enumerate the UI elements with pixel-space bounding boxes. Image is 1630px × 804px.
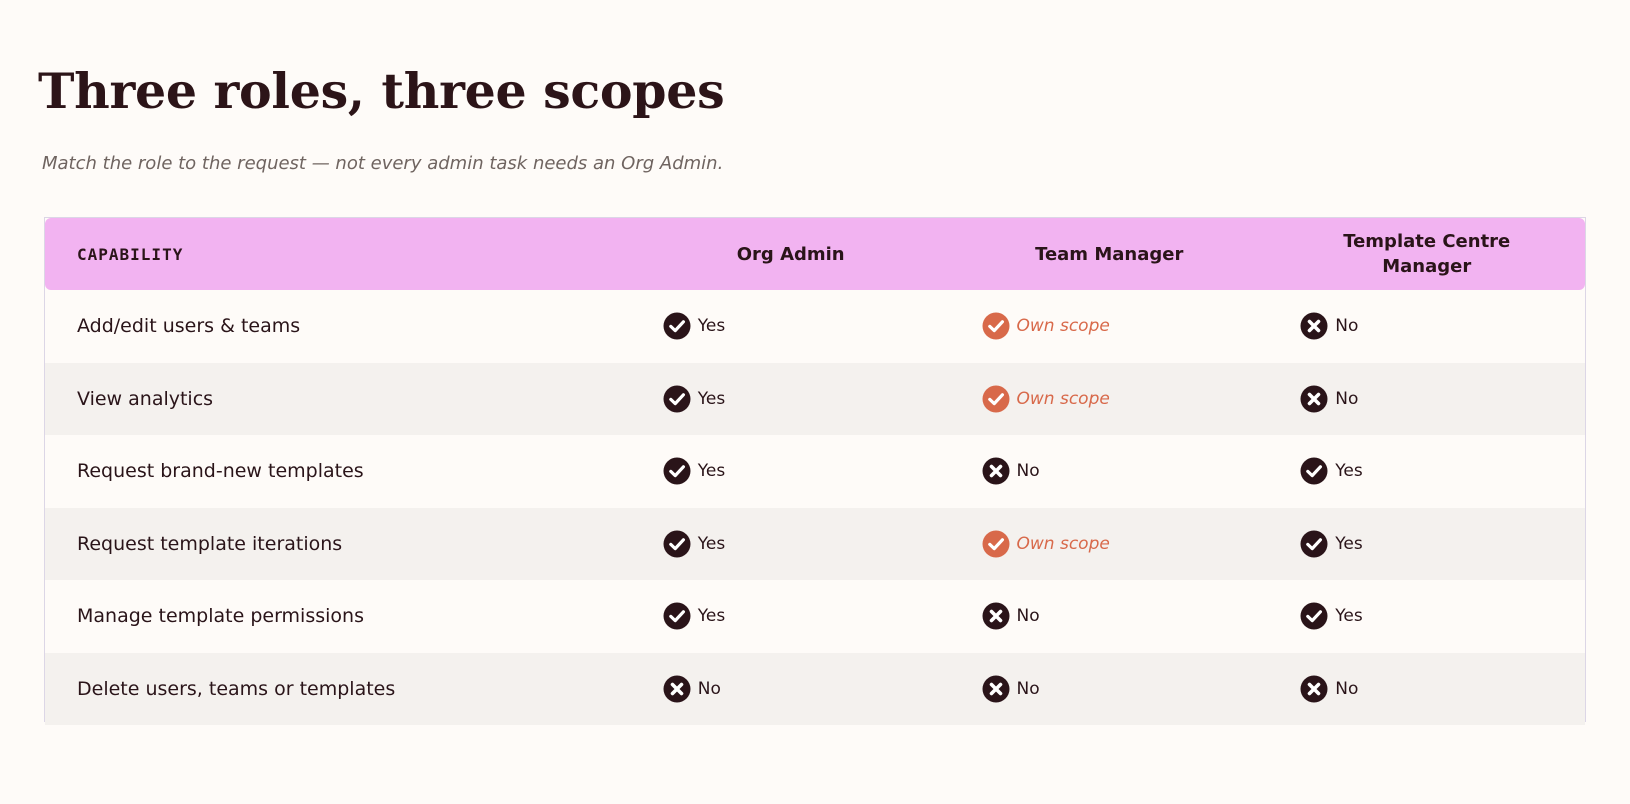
- status-label: Yes: [697, 461, 726, 482]
- table-row: Add/edit users & teams Yes Own scope No: [45, 290, 1585, 363]
- page-subtitle: Match the role to the request — not ever…: [42, 153, 724, 174]
- permissions-table: CAPABILITY Org Admin Team Manager Templa…: [44, 217, 1586, 725]
- status-cell: Yes: [631, 602, 950, 630]
- table-row: Delete users, teams or templates No No No: [45, 652, 1585, 725]
- x-circle-icon: [982, 602, 1010, 630]
- capability-label: Request brand-new templates: [77, 460, 364, 483]
- check-circle-icon: [982, 312, 1010, 340]
- status-cell: Yes: [631, 312, 950, 340]
- header-cell-capability: CAPABILITY: [45, 245, 631, 264]
- check-circle-icon: [982, 530, 1010, 558]
- capability-label: Request template iterations: [77, 532, 343, 555]
- check-circle-icon: [663, 602, 691, 630]
- status-cell: No: [1268, 385, 1585, 413]
- table-row: Manage template permissions Yes No Yes: [45, 580, 1585, 653]
- status-label: Own scope: [1016, 316, 1110, 337]
- status-cell: Yes: [1268, 530, 1585, 558]
- capability-label: View analytics: [77, 387, 214, 410]
- header-team-manager-label: Team Manager: [1035, 243, 1184, 265]
- check-circle-icon: [663, 530, 691, 558]
- status-label: Yes: [1335, 533, 1363, 554]
- status-cell: Yes: [631, 385, 950, 413]
- capability-cell: Manage template permissions: [45, 605, 631, 627]
- status-label: No: [1016, 461, 1040, 482]
- header-org-admin-label: Org Admin: [736, 243, 845, 265]
- capability-cell: Delete users, teams or templates: [45, 678, 631, 700]
- status-cell: No: [950, 602, 1269, 630]
- status-cell: Yes: [631, 457, 950, 485]
- x-circle-icon: [1300, 312, 1328, 340]
- table-row: Request template iterations Yes Own scope Y…: [45, 507, 1585, 580]
- capability-label: Add/edit users & teams: [77, 315, 301, 338]
- check-circle-icon: [1300, 457, 1328, 485]
- status-cell: Yes: [631, 530, 950, 558]
- status-label: No: [1016, 606, 1040, 627]
- status-label: Own scope: [1016, 533, 1110, 554]
- status-cell: No: [950, 675, 1269, 703]
- x-circle-icon: [1300, 385, 1328, 413]
- status-cell: Yes: [1268, 602, 1585, 630]
- status-label: No: [1016, 678, 1040, 699]
- status-label: Yes: [697, 388, 726, 409]
- table-row: Request brand-new templates Yes No Yes: [45, 435, 1585, 508]
- status-label: No: [1335, 316, 1359, 337]
- capability-cell: View analytics: [45, 388, 631, 410]
- status-cell: Own scope: [950, 385, 1269, 413]
- capability-label: Delete users, teams or templates: [77, 677, 396, 700]
- x-circle-icon: [663, 675, 691, 703]
- status-cell: No: [1268, 675, 1585, 703]
- header-cell-team-manager: Team Manager: [950, 242, 1269, 267]
- status-cell: Own scope: [950, 312, 1269, 340]
- x-circle-icon: [982, 675, 1010, 703]
- capability-cell: Request brand-new templates: [45, 460, 631, 482]
- status-cell: Own scope: [950, 530, 1269, 558]
- status-label: Yes: [697, 533, 726, 554]
- status-label: No: [1335, 678, 1359, 699]
- status-label: Yes: [1335, 461, 1363, 482]
- header-cell-org-admin: Org Admin: [631, 242, 950, 267]
- table-header: CAPABILITY Org Admin Team Manager Templa…: [45, 218, 1585, 290]
- status-cell: No: [950, 457, 1269, 485]
- status-label: Yes: [1335, 606, 1363, 627]
- check-circle-icon: [663, 457, 691, 485]
- header-capability-label: CAPABILITY: [77, 244, 184, 264]
- header-template-centre-manager-label: Template Centre Manager: [1343, 231, 1511, 277]
- check-circle-icon: [663, 312, 691, 340]
- check-circle-icon: [663, 385, 691, 413]
- table-row: View analytics Yes Own scope No: [45, 362, 1585, 435]
- status-label: No: [1335, 388, 1359, 409]
- status-cell: Yes: [1268, 457, 1585, 485]
- page-title: Three roles, three scopes: [38, 62, 725, 120]
- status-label: No: [697, 678, 721, 699]
- capability-label: Manage template permissions: [77, 605, 364, 628]
- check-circle-icon: [1300, 530, 1328, 558]
- x-circle-icon: [1300, 675, 1328, 703]
- header-cell-template-centre-manager: Template Centre Manager: [1268, 229, 1585, 279]
- capability-cell: Request template iterations: [45, 533, 631, 555]
- capability-cell: Add/edit users & teams: [45, 315, 631, 337]
- x-circle-icon: [982, 457, 1010, 485]
- status-label: Yes: [697, 316, 726, 337]
- table-body: Add/edit users & teams Yes Own scope No View…: [45, 290, 1585, 725]
- check-circle-icon: [982, 385, 1010, 413]
- status-cell: No: [1268, 312, 1585, 340]
- status-cell: No: [631, 675, 950, 703]
- status-label: Yes: [697, 606, 726, 627]
- check-circle-icon: [1300, 602, 1328, 630]
- status-label: Own scope: [1016, 388, 1110, 409]
